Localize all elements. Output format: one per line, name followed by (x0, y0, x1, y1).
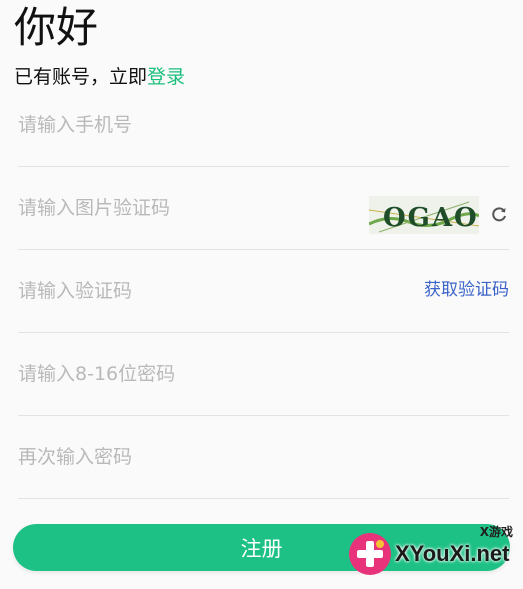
password-field-row (18, 332, 509, 416)
captcha-text: OGAO (383, 203, 479, 233)
phone-input[interactable] (18, 83, 348, 166)
watermark-tag: X游戏 (479, 525, 513, 539)
sms-code-field-row: 获取验证码 (18, 249, 509, 333)
watermark: X游戏 XYouXi.net (347, 523, 517, 579)
phone-field-row (18, 83, 509, 167)
confirm-password-input[interactable] (18, 415, 348, 498)
watermark-logo-icon (349, 533, 391, 575)
image-code-field-row: OGAO (18, 166, 509, 250)
watermark-site: XYouXi.net (395, 541, 510, 566)
refresh-icon[interactable] (489, 204, 509, 224)
captcha-image[interactable]: OGAO (369, 196, 479, 234)
password-input[interactable] (18, 332, 348, 415)
sms-code-input[interactable] (18, 249, 348, 332)
confirm-password-field-row (18, 415, 509, 499)
get-code-button[interactable]: 获取验证码 (424, 249, 509, 332)
image-code-input[interactable] (18, 166, 348, 249)
greeting-title: 你好 (14, 3, 99, 52)
